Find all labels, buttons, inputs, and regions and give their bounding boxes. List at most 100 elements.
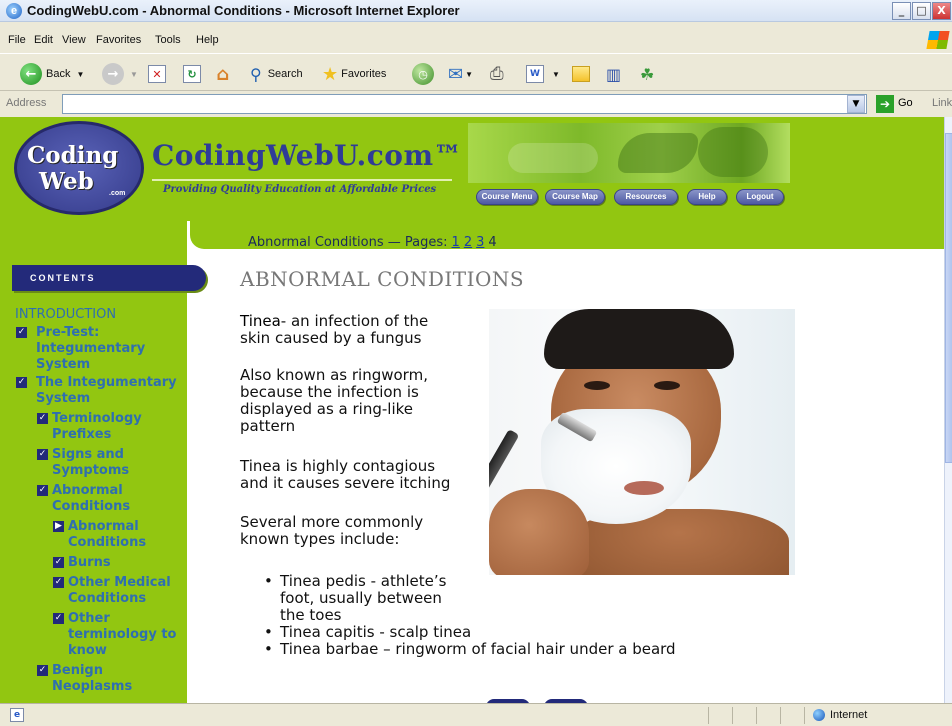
- ringworm-paragraph: Also known as ringworm, because the infec…: [240, 366, 428, 435]
- chevron-down-icon: ▼: [552, 69, 560, 79]
- checkbox-icon: ✓: [16, 327, 27, 338]
- nav-course-map[interactable]: Course Map: [545, 189, 605, 205]
- contents-header: CONTENTS: [12, 265, 206, 291]
- toc-item-signs[interactable]: Signs and Symptoms: [52, 447, 129, 479]
- toc-item-integumentary[interactable]: The Integumentary System: [36, 375, 177, 407]
- toc-item-burns[interactable]: Burns: [68, 555, 111, 571]
- menu-help[interactable]: Help: [196, 34, 219, 46]
- toc-introduction[interactable]: INTRODUCTION: [15, 307, 116, 322]
- checkbox-icon: ✓: [16, 377, 27, 388]
- types-intro-paragraph: Several more commonly known types include…: [240, 513, 424, 548]
- nav-course-menu[interactable]: Course Menu: [476, 189, 538, 205]
- toolbar: ← Back ▼ → ▼ ✕ ↻ ⌂ ⚲ Search ★ Favorites …: [0, 53, 952, 91]
- forward-arrow-icon: →: [102, 63, 124, 85]
- go-arrow-icon[interactable]: ➔: [876, 95, 894, 113]
- mail-icon: ✉: [448, 63, 464, 85]
- page-viewport: Coding Web .com CodingWebU.com™ Providin…: [0, 117, 944, 703]
- print-button[interactable]: ⎙: [490, 62, 504, 86]
- home-button[interactable]: ⌂: [214, 62, 232, 86]
- history-icon: ◷: [412, 63, 434, 85]
- site-logo[interactable]: Coding Web .com: [14, 121, 144, 215]
- menu-view[interactable]: View: [62, 34, 86, 46]
- breadcrumb-prefix: Abnormal Conditions — Pages:: [248, 235, 448, 250]
- current-page-arrow-icon: ▶: [53, 521, 64, 532]
- checkbox-icon: ✓: [37, 665, 48, 676]
- address-label: Address: [6, 97, 47, 109]
- checkbox-icon: ✓: [53, 577, 64, 588]
- toc-item-pretest[interactable]: Pre-Test: Integumentary System: [36, 325, 145, 373]
- logo-text-web: Web: [39, 168, 94, 195]
- discuss-button[interactable]: [572, 62, 590, 86]
- history-button[interactable]: ◷: [412, 62, 434, 86]
- header-banner-image: [468, 123, 790, 183]
- current-page-number: 4: [488, 235, 497, 250]
- tagline-divider: [152, 179, 452, 181]
- page-link-1[interactable]: 1: [452, 235, 460, 250]
- links-button[interactable]: Link: [932, 97, 952, 109]
- shaving-man-photo: [489, 309, 795, 575]
- logo-text-com: .com: [109, 190, 126, 197]
- nav-resources[interactable]: Resources: [614, 189, 678, 205]
- page-link-3[interactable]: 3: [476, 235, 484, 250]
- toc-item-benign[interactable]: Benign Neoplasms: [52, 663, 132, 695]
- status-bar: e Internet: [0, 703, 952, 726]
- favorites-button[interactable]: ★ Favorites: [322, 62, 386, 86]
- print-icon: ⎙: [490, 64, 504, 84]
- refresh-button[interactable]: ↻: [183, 62, 201, 86]
- nav-logout[interactable]: Logout: [736, 189, 784, 205]
- checkbox-icon: ✓: [37, 449, 48, 460]
- window-title: CodingWebU.com - Abnormal Conditions - M…: [27, 3, 460, 18]
- go-button[interactable]: Go: [898, 97, 913, 109]
- toc-item-abnormal-current[interactable]: Abnormal Conditions: [68, 519, 146, 551]
- toc-item-other-medical[interactable]: Other Medical Conditions: [68, 575, 171, 607]
- tinea-definition: Tinea- an infection of the skin caused b…: [240, 312, 429, 347]
- forward-button[interactable]: → ▼: [102, 62, 138, 86]
- toc-item-other-terminology[interactable]: Other terminology to know: [68, 611, 176, 659]
- back-arrow-icon: ←: [20, 63, 42, 85]
- internet-zone-icon: [813, 709, 825, 721]
- address-input[interactable]: [62, 94, 867, 114]
- vertical-scrollbar[interactable]: [944, 117, 952, 703]
- menu-edit[interactable]: Edit: [34, 34, 53, 46]
- search-button[interactable]: ⚲ Search: [250, 62, 303, 86]
- ie-logo-icon: e: [6, 3, 22, 19]
- menu-favorites[interactable]: Favorites: [96, 34, 141, 46]
- word-edit-icon: W: [526, 65, 544, 83]
- minimize-button[interactable]: _: [892, 2, 911, 20]
- list-item: Tinea pedis - athlete’sfoot, usually bet…: [262, 573, 676, 624]
- chevron-down-icon: ▼: [130, 69, 138, 79]
- favorites-star-icon: ★: [322, 63, 339, 85]
- checkbox-icon: ✓: [53, 557, 64, 568]
- scrollbar-thumb[interactable]: [945, 133, 952, 463]
- nav-help[interactable]: Help: [687, 189, 727, 205]
- close-button[interactable]: X: [932, 2, 951, 20]
- toc-item-terminology[interactable]: Terminology Prefixes: [52, 411, 142, 443]
- page-breadcrumb: Abnormal Conditions — Pages: 1 2 3 4: [248, 235, 497, 250]
- back-button[interactable]: ← Back ▼: [20, 62, 84, 86]
- page-link-2[interactable]: 2: [464, 235, 472, 250]
- home-icon: ⌂: [216, 63, 230, 85]
- folder-icon: [572, 66, 590, 82]
- research-button[interactable]: ▥: [606, 62, 621, 86]
- maximize-button[interactable]: □: [912, 2, 931, 20]
- address-dropdown-icon[interactable]: ▼: [847, 95, 865, 113]
- messenger-button[interactable]: ☘: [640, 62, 654, 86]
- toc-item-abnormal[interactable]: Abnormal Conditions: [52, 483, 130, 515]
- mail-button[interactable]: ✉ ▼: [448, 62, 473, 86]
- chevron-down-icon: ▼: [76, 69, 85, 79]
- menu-file[interactable]: File: [8, 34, 26, 46]
- chevron-down-icon: ▼: [465, 69, 474, 79]
- stop-button[interactable]: ✕: [148, 62, 166, 86]
- site-header: Coding Web .com CodingWebU.com™ Providin…: [0, 117, 944, 221]
- menu-bar: File Edit View Favorites Tools Help: [0, 30, 952, 52]
- page-status-icon: e: [10, 708, 24, 722]
- windows-flag-icon: [926, 31, 950, 49]
- list-item: Tinea capitis - scalp tinea: [262, 624, 676, 642]
- site-name: CodingWebU.com™: [152, 139, 463, 172]
- research-icon: ▥: [606, 64, 622, 84]
- list-item: Tinea barbae – ringworm of facial hair u…: [262, 641, 676, 659]
- refresh-icon: ↻: [183, 65, 201, 83]
- edit-button[interactable]: W ▼: [526, 62, 560, 86]
- search-label: Search: [267, 68, 303, 80]
- menu-tools[interactable]: Tools: [155, 34, 181, 46]
